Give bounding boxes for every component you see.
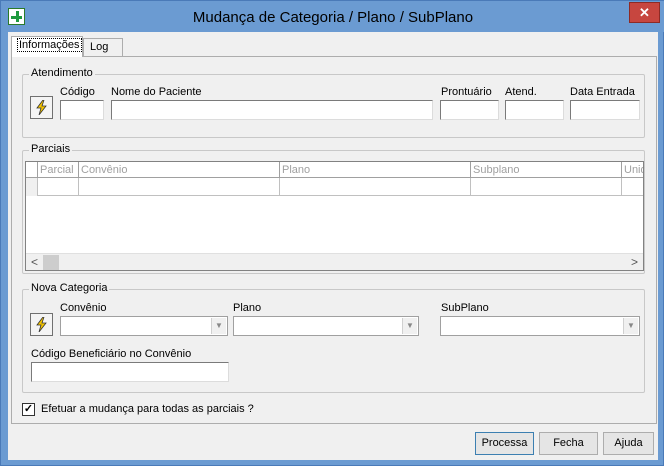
tab-log[interactable]: Log — [83, 38, 123, 56]
plano-label: Plano — [233, 302, 262, 314]
ajuda-button[interactable]: Ajuda — [603, 432, 654, 455]
tab-page-informacoes: Atendimento Código Nome do Paciente Pron… — [11, 56, 657, 424]
horizontal-scrollbar[interactable]: < > — [26, 253, 643, 270]
group-parciais-title: Parciais — [29, 143, 73, 155]
data-entrada-field[interactable] — [570, 100, 640, 120]
fecha-label: Fecha — [553, 437, 584, 449]
parciais-grid[interactable]: Parcial Convênio Plano Subplano Unid — [25, 161, 644, 271]
beneficiario-field[interactable] — [31, 362, 229, 382]
processa-label: Processa — [481, 437, 528, 449]
col-plano[interactable]: Plano — [280, 162, 471, 178]
grid-indicator-header — [26, 162, 38, 178]
todas-parciais-checkbox[interactable]: ✓ — [22, 403, 35, 416]
plano-select[interactable]: ▼ — [233, 316, 419, 336]
cell-plano[interactable] — [280, 178, 471, 196]
tab-informacoes[interactable]: Informações — [11, 36, 83, 57]
col-subplano[interactable]: Subplano — [471, 162, 622, 178]
window-title: Mudança de Categoria / Plano / SubPlano — [192, 9, 474, 26]
convenio-select[interactable]: ▼ — [60, 316, 228, 336]
scroll-thumb[interactable] — [43, 255, 59, 270]
col-parcial[interactable]: Parcial — [38, 162, 79, 178]
dialog-body: Informações Log Atendimento Código Nome … — [8, 32, 658, 460]
scroll-left-icon[interactable]: < — [26, 254, 43, 271]
title-bar[interactable]: Mudança de Categoria / Plano / SubPlano … — [1, 1, 664, 32]
tab-informacoes-label: Informações — [17, 38, 82, 52]
cell-subplano[interactable] — [471, 178, 622, 196]
atend-field[interactable] — [505, 100, 564, 120]
codigo-field[interactable] — [60, 100, 104, 120]
chevron-down-icon[interactable]: ▼ — [402, 318, 417, 334]
subplano-label: SubPlano — [441, 302, 489, 314]
chevron-down-icon[interactable]: ▼ — [211, 318, 226, 334]
todas-parciais-label: Efetuar a mudança para todas as parciais… — [41, 403, 254, 415]
fecha-button[interactable]: Fecha — [539, 432, 598, 455]
atend-label: Atend. — [505, 86, 537, 98]
data-entrada-label: Data Entrada — [570, 86, 635, 98]
cell-unid[interactable] — [622, 178, 643, 196]
subplano-select[interactable]: ▼ — [440, 316, 640, 336]
row-indicator — [26, 178, 38, 196]
scroll-right-icon[interactable]: > — [626, 254, 643, 271]
nome-paciente-label: Nome do Paciente — [111, 86, 202, 98]
close-button[interactable]: ✕ — [629, 2, 660, 23]
ajuda-label: Ajuda — [614, 437, 643, 449]
chevron-down-icon[interactable]: ▼ — [623, 318, 638, 334]
nome-paciente-field[interactable] — [111, 100, 433, 120]
cell-convenio[interactable] — [79, 178, 280, 196]
main-window: Mudança de Categoria / Plano / SubPlano … — [0, 0, 664, 466]
tab-log-label: Log — [90, 41, 109, 53]
group-atendimento: Atendimento Código Nome do Paciente Pron… — [22, 67, 645, 138]
group-nova-categoria: Nova Categoria Convênio ▼ Plano ▼ SubPla… — [22, 282, 645, 393]
col-convenio[interactable]: Convênio — [79, 162, 280, 178]
col-unid[interactable]: Unid — [622, 162, 643, 178]
processa-button[interactable]: Processa — [475, 432, 534, 455]
prontuario-field[interactable] — [440, 100, 499, 120]
prontuario-label: Prontuário — [441, 86, 492, 98]
cell-parcial[interactable] — [38, 178, 79, 196]
convenio-label: Convênio — [60, 302, 107, 314]
beneficiario-label: Código Beneficiário no Convênio — [31, 348, 192, 360]
lightning-icon[interactable] — [30, 313, 53, 336]
group-atendimento-title: Atendimento — [29, 67, 95, 79]
table-row[interactable] — [26, 178, 643, 196]
group-parciais: Parciais Parcial Convênio Plano Subplano… — [22, 143, 645, 274]
grid-header: Parcial Convênio Plano Subplano Unid — [26, 162, 643, 178]
group-nova-categoria-title: Nova Categoria — [29, 282, 110, 294]
lightning-icon[interactable] — [30, 96, 53, 119]
codigo-label: Código — [60, 86, 95, 98]
